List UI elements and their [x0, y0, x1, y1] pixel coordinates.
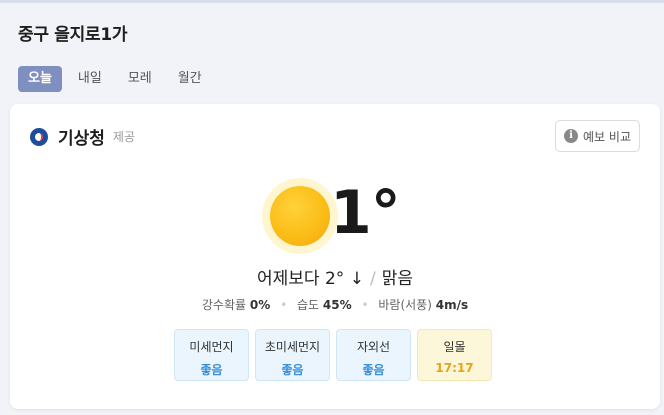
forecast-compare-label: 예보 비교 — [583, 129, 631, 144]
precip-label: 강수확률 — [201, 298, 247, 312]
tab-monthly[interactable]: 월간 — [168, 66, 212, 92]
humidity-label: 습도 — [296, 298, 320, 312]
badge-label: 미세먼지 — [189, 340, 234, 354]
info-icon: i — [564, 129, 579, 143]
badge-label: 초미세먼지 — [264, 340, 321, 354]
weather-details: 강수확률 0% • 습도 45% • 바람(서풍) 4m/s — [201, 298, 469, 312]
kma-logo-icon — [30, 127, 48, 146]
top-border — [0, 0, 664, 3]
sun-icon — [262, 178, 338, 254]
weather-summary: 어제보다 2° ↓ / 맑음 — [257, 269, 413, 289]
badge-value: 좋음 — [362, 363, 385, 377]
weather-card: 기상청 제공 i 예보 비교 1° 어제보다 2° ↓ / 맑음 강수확률 0% •… — [10, 104, 660, 409]
forecast-tabs: 오늘 내일 모레 월간 — [18, 66, 218, 92]
precip-value: 0% — [249, 298, 271, 312]
uv-badge[interactable]: 자외선 좋음 — [336, 329, 411, 381]
tab-today[interactable]: 오늘 — [18, 66, 62, 92]
sunset-badge[interactable]: 일몰 17:17 — [417, 329, 492, 381]
forecast-compare-button[interactable]: i 예보 비교 — [555, 120, 640, 152]
provider-header: 기상청 제공 — [30, 124, 135, 149]
fine-dust-badge[interactable]: 미세먼지 좋음 — [174, 329, 249, 381]
provider-name: 기상청 — [58, 129, 105, 149]
location-title: 중구 을지로1가 — [18, 25, 128, 45]
badge-label: 자외선 — [356, 340, 391, 354]
badge-label: 일몰 — [443, 340, 466, 354]
wind-label: 바람(서풍) — [378, 298, 432, 312]
air-quality-badges: 미세먼지 좋음 초미세먼지 좋음 자외선 좋음 일몰 17:17 — [174, 329, 498, 381]
badge-value: 좋음 — [200, 363, 223, 377]
badge-value: 17:17 — [435, 361, 474, 375]
badge-value: 좋음 — [281, 363, 304, 377]
tab-tomorrow[interactable]: 내일 — [68, 66, 112, 92]
provider-suffix: 제공 — [112, 130, 136, 144]
wind-value: 4m/s — [435, 298, 469, 312]
current-temperature: 1° — [330, 178, 401, 248]
humidity-value: 45% — [322, 298, 352, 312]
yesterday-comparison: 어제보다 2° ↓ — [257, 269, 364, 289]
ultrafine-dust-badge[interactable]: 초미세먼지 좋음 — [255, 329, 330, 381]
tab-day-after[interactable]: 모레 — [118, 66, 162, 92]
weather-condition: 맑음 — [381, 269, 413, 289]
